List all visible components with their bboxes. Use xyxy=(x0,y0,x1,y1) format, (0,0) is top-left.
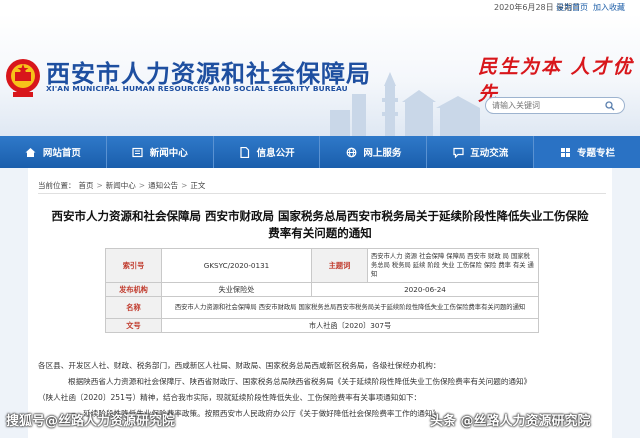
nav-home-label: 网站首页 xyxy=(42,148,81,159)
breadcrumb-prefix: 当前位置： xyxy=(38,181,76,190)
nav-disclosure-label: 信息公开 xyxy=(256,148,295,159)
nav-disclosure[interactable]: 信息公开 xyxy=(214,136,321,168)
nav-topics-label: 专题专栏 xyxy=(577,148,616,159)
breadcrumb-current: 正文 xyxy=(190,181,206,190)
nav-online-service[interactable]: 网上服务 xyxy=(320,136,428,168)
news-icon xyxy=(132,146,144,158)
service-icon xyxy=(345,146,357,158)
meta-name-label: 名称 xyxy=(105,296,162,319)
breadcrumb-news[interactable]: 新闻中心 xyxy=(106,180,136,191)
article-meta-table: 索引号 GKSYC/2020-0131 主题词 西安市人力 资源 社会保障 保障… xyxy=(105,248,539,333)
add-favorite-link[interactable]: 加入收藏 xyxy=(593,2,625,13)
search-input[interactable] xyxy=(486,101,602,110)
article-paragraph: 根据陕西省人力资源和社会保障厅、陕西省财政厅、国家税务总局陕西省税务局《关于延续… xyxy=(68,377,532,386)
national-emblem-icon xyxy=(6,59,40,97)
watermark-right: 头条 @丝路人力资源研究院 xyxy=(430,414,591,429)
chat-icon xyxy=(452,146,464,158)
breadcrumb-home[interactable]: 首页 xyxy=(79,180,94,191)
nav-topics[interactable]: 专题专栏 xyxy=(534,136,640,168)
top-links: 设为首页 加入收藏 xyxy=(556,2,625,13)
top-strip: 2020年6月28日 星期日 设为首页 加入收藏 xyxy=(0,0,640,14)
nav-news-label: 新闻中心 xyxy=(149,148,188,159)
breadcrumb-separator: > xyxy=(181,181,188,190)
main-nav: 网站首页 新闻中心 信息公开 网上服务 互动交流 专题专栏 xyxy=(0,136,640,168)
article-title-line1: 西安市人力资源和社会保障局 西安市财政局 国家税务总局西安市税务局关于延续阶段性… xyxy=(51,209,589,223)
article-paragraph: 各区县、开发区人社、财政、税务部门，西咸新区人社局、财政局、国家税务总局西咸新区… xyxy=(38,361,441,370)
meta-name-value: 西安市人力资源和社会保障局 西安市财政局 国家税务总局西安市税务局关于延续阶段性… xyxy=(161,296,539,319)
breadcrumb: 当前位置： 首页 > 新闻中心 > 通知公告 > 正文 xyxy=(38,178,606,194)
watermark-left: 搜狐号@丝路人力资源研究院 xyxy=(6,414,176,429)
site-title-en: XI'AN MUNICIPAL HUMAN RESOURCES AND SOCI… xyxy=(46,84,348,93)
meta-topic-label: 主题词 xyxy=(311,248,368,283)
search-box xyxy=(485,97,625,114)
meta-publisher-value: 失业保险处 xyxy=(161,282,312,297)
set-homepage-link[interactable]: 设为首页 xyxy=(556,2,588,13)
breadcrumb-separator: > xyxy=(138,181,146,190)
nav-home[interactable]: 网站首页 xyxy=(0,136,107,168)
nav-news[interactable]: 新闻中心 xyxy=(107,136,214,168)
meta-topic-value: 西安市人力 资源 社会保障 保障局 西安市 财政 局 国家税务总局 税务局 延续… xyxy=(367,248,539,283)
site-banner: 西安市人力资源和社会保障局 XI'AN MUNICIPAL HUMAN RESO… xyxy=(0,14,640,136)
nav-online-service-label: 网上服务 xyxy=(363,148,402,159)
meta-publisher-label: 发布机构 xyxy=(105,282,162,297)
breadcrumb-separator: > xyxy=(96,181,103,190)
article-paragraph: （陕人社函〔2020〕251号）精神，结合我市实际，现就延续阶段性降低失业、工伤… xyxy=(38,393,422,402)
article-title-line2: 费率有关问题的通知 xyxy=(268,226,372,240)
breadcrumb-notices[interactable]: 通知公告 xyxy=(148,180,178,191)
topic-icon xyxy=(559,146,571,158)
meta-date-value: 2020-06-24 xyxy=(311,282,539,297)
document-icon xyxy=(239,146,251,158)
content-area: 当前位置： 首页 > 新闻中心 > 通知公告 > 正文 西安市人力资源和社会保障… xyxy=(0,168,640,438)
nav-interaction[interactable]: 互动交流 xyxy=(427,136,535,168)
nav-interaction-label: 互动交流 xyxy=(470,148,509,159)
meta-index-label: 索引号 xyxy=(105,248,162,283)
home-icon xyxy=(25,146,37,158)
meta-docno-value: 市人社函〔2020〕307号 xyxy=(161,318,539,333)
search-icon[interactable] xyxy=(602,98,618,113)
meta-docno-label: 文号 xyxy=(105,318,162,333)
meta-index-value: GKSYC/2020-0131 xyxy=(161,248,312,283)
article-title: 西安市人力资源和社会保障局 西安市财政局 国家税务总局西安市税务局关于延续阶段性… xyxy=(30,208,610,242)
